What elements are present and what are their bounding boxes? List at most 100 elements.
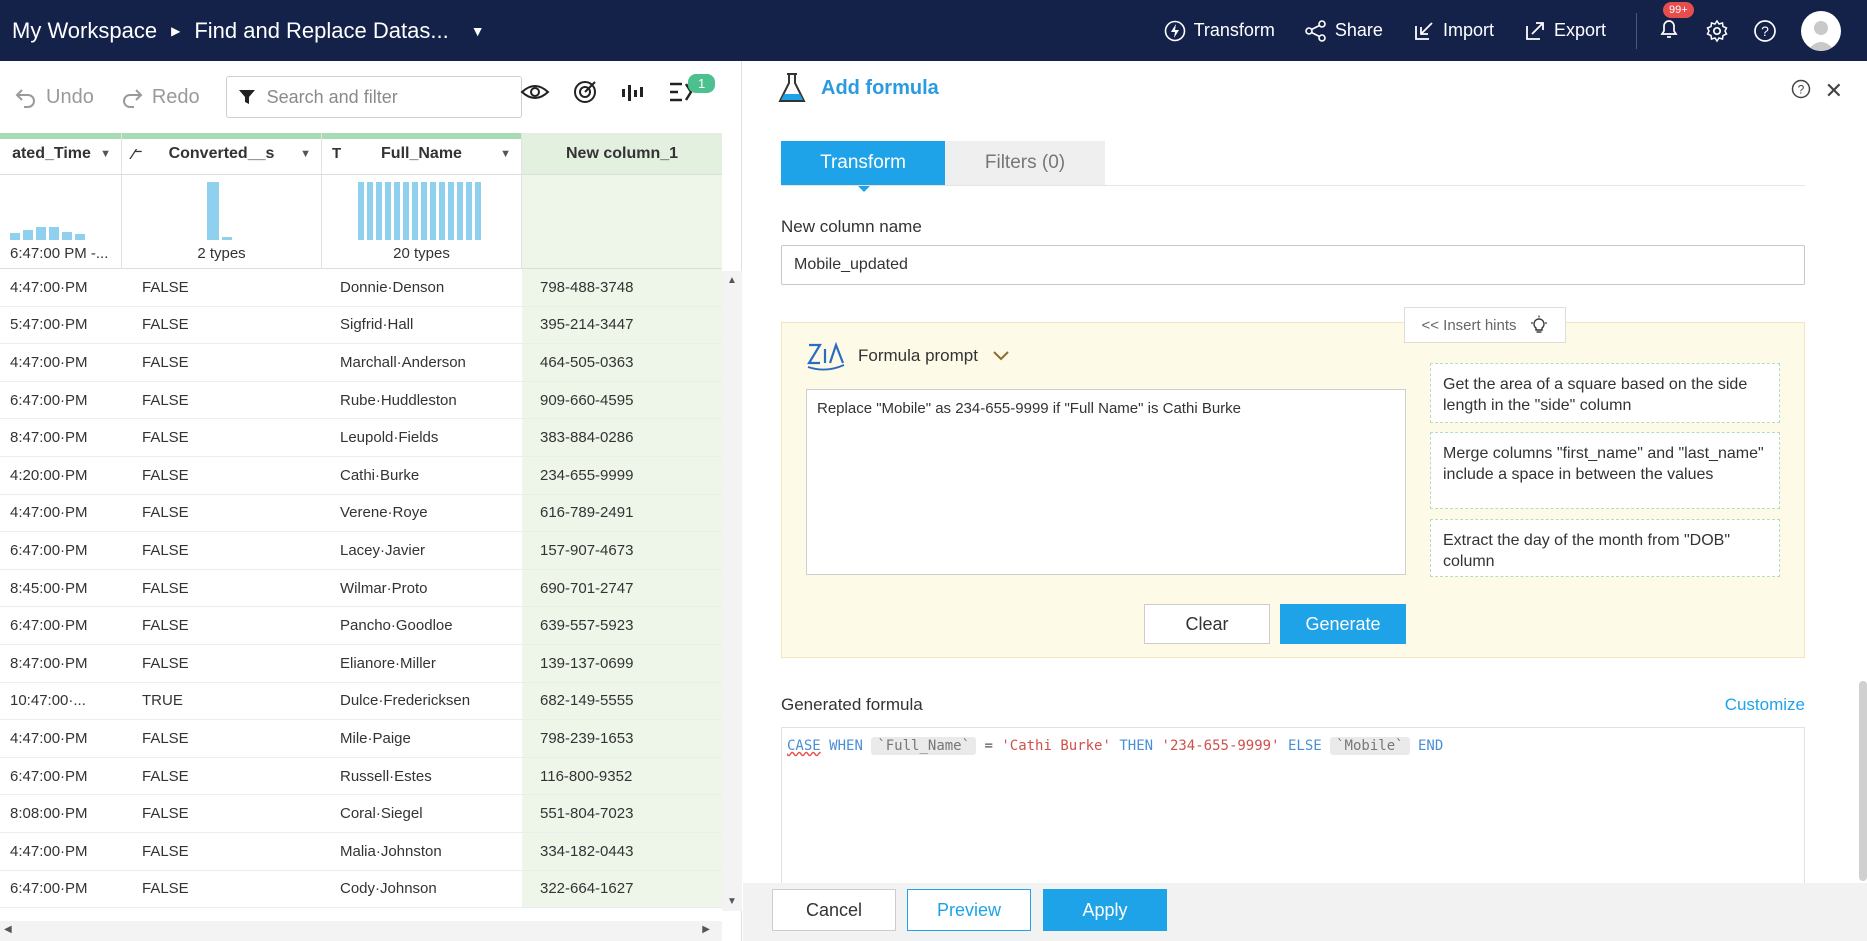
chevron-down-icon[interactable]: ▼ (300, 148, 311, 160)
formula-prompt-textarea[interactable]: Replace "Mobile" as 234-655-9999 if "Ful… (806, 389, 1406, 575)
table-cell[interactable]: 8:45:00·PM (0, 580, 122, 597)
table-cell[interactable]: 4:20:00·PM (0, 467, 122, 484)
table-cell[interactable]: 4:47:00·PM (0, 279, 122, 296)
table-cell[interactable]: Donnie·Denson (322, 279, 522, 296)
share-button[interactable]: Share (1305, 19, 1383, 42)
formula-prompt-header[interactable]: Formula prompt (806, 341, 1010, 371)
table-row[interactable]: 8:08:00·PM FALSE Coral·Siegel 551-804-7023 (0, 795, 722, 833)
workspace-link[interactable]: My Workspace (12, 18, 157, 44)
table-row[interactable]: 4:47:00·PM FALSE Mile·Paige 798-239-1653 (0, 720, 722, 758)
hint-card[interactable]: Extract the day of the month from "DOB" … (1430, 519, 1780, 577)
search-filter-box[interactable] (225, 76, 522, 118)
table-cell[interactable]: Leupold·Fields (322, 429, 522, 446)
table-cell[interactable]: 4:47:00·PM (0, 504, 122, 521)
eye-icon[interactable] (520, 82, 550, 102)
table-cell[interactable]: 909-660-4595 (522, 381, 722, 419)
table-cell[interactable]: FALSE (122, 316, 322, 333)
profile-full-name[interactable]: 20 types (322, 175, 522, 268)
generated-formula-editor[interactable]: CASE WHEN `Full_Name` = 'Cathi Burke' TH… (781, 727, 1805, 887)
panel-scrollbar[interactable] (1859, 681, 1867, 881)
table-cell[interactable]: 4:47:00·PM (0, 843, 122, 860)
apply-button[interactable]: Apply (1043, 889, 1167, 931)
table-cell[interactable]: 690-701-2747 (522, 569, 722, 607)
column-header-full-name[interactable]: T Full_Name ▼ (322, 133, 522, 174)
table-cell[interactable]: Lacey·Javier (322, 542, 522, 559)
table-cell[interactable]: 616-789-2491 (522, 494, 722, 532)
table-cell[interactable]: FALSE (122, 580, 322, 597)
table-cell[interactable]: FALSE (122, 542, 322, 559)
dataset-title[interactable]: Find and Replace Datas... (194, 18, 448, 44)
vertical-scrollbar[interactable]: ▲ ▼ (722, 271, 742, 911)
profile-converted[interactable]: 2 types (122, 175, 322, 268)
hint-card[interactable]: Merge columns "first_name" and "last_nam… (1430, 432, 1780, 509)
profile-time[interactable]: 6:47:00 PM -... (0, 175, 122, 268)
table-cell[interactable]: 551-804-7023 (522, 795, 722, 832)
table-cell[interactable]: 10:47:00·... (0, 692, 122, 709)
table-cell[interactable]: FALSE (122, 843, 322, 860)
table-cell[interactable]: Dulce·Fredericksen (322, 692, 522, 709)
table-cell[interactable]: 798-488-3748 (522, 269, 722, 306)
table-cell[interactable]: Elianore·Miller (322, 655, 522, 672)
horizontal-scrollbar[interactable]: ◀ ▶ (0, 921, 722, 941)
table-cell[interactable]: FALSE (122, 768, 322, 785)
clear-button[interactable]: Clear (1144, 604, 1270, 644)
table-row[interactable]: 6:47:00·PM FALSE Cody·Johnson 322-664-1627 (0, 870, 722, 909)
table-cell[interactable]: 6:47:00·PM (0, 768, 122, 785)
chevron-down-icon[interactable]: ▼ (100, 148, 111, 160)
table-cell[interactable]: Cody·Johnson (322, 880, 522, 897)
table-row[interactable]: 4:47:00·PM FALSE Marchall·Anderson 464-505-… (0, 344, 722, 382)
table-cell[interactable]: 5:47:00·PM (0, 316, 122, 333)
tab-filters[interactable]: Filters (0) (945, 141, 1105, 185)
table-cell[interactable]: 4:47:00·PM (0, 354, 122, 371)
notifications-button[interactable]: 99+ (1657, 2, 1694, 45)
undo-button[interactable]: Undo (14, 86, 94, 109)
cancel-button[interactable]: Cancel (772, 889, 896, 931)
table-cell[interactable]: Coral·Siegel (322, 805, 522, 822)
table-cell[interactable]: FALSE (122, 467, 322, 484)
table-row[interactable]: 8:47:00·PM FALSE Elianore·Miller 139-137-06… (0, 644, 722, 683)
table-cell[interactable]: Cathi·Burke (322, 467, 522, 484)
table-row[interactable]: 4:20:00·PM FALSE Cathi·Burke 234-655-9999 (0, 456, 722, 495)
table-cell[interactable]: 798-239-1653 (522, 720, 722, 757)
table-row[interactable]: 5:47:00·PM FALSE Sigfrid·Hall 395-214-3447 (0, 306, 722, 345)
table-row[interactable]: 6:47:00·PM FALSE Russell·Estes 116-800-9352 (0, 757, 722, 796)
table-cell[interactable]: 157-907-4673 (522, 532, 722, 569)
close-icon[interactable]: ✕ (1825, 78, 1843, 104)
table-cell[interactable]: Rube·Huddleston (322, 392, 522, 409)
table-cell[interactable]: 6:47:00·PM (0, 542, 122, 559)
preview-button[interactable]: Preview (907, 889, 1031, 931)
table-cell[interactable]: FALSE (122, 730, 322, 747)
target-icon[interactable] (572, 79, 598, 105)
table-row[interactable]: 4:47:00·PM FALSE Donnie·Denson 798-488-3748 (0, 269, 722, 307)
table-cell[interactable]: 4:47:00·PM (0, 730, 122, 747)
search-input[interactable] (266, 86, 497, 108)
table-row[interactable]: 4:47:00·PM FALSE Verene·Roye 616-789-2491 (0, 494, 722, 533)
scroll-up-icon[interactable]: ▲ (727, 275, 737, 286)
column-header-time[interactable]: ated_Time ▼ (0, 133, 122, 174)
table-cell[interactable]: 6:47:00·PM (0, 392, 122, 409)
table-cell[interactable]: Russell·Estes (322, 768, 522, 785)
export-button[interactable]: Export (1524, 20, 1606, 42)
table-cell[interactable]: Malia·Johnston (322, 843, 522, 860)
new-column-name-input[interactable] (781, 245, 1805, 285)
table-row[interactable]: 8:47:00·PM FALSE Leupold·Fields 383-884-028… (0, 419, 722, 457)
table-cell[interactable]: FALSE (122, 392, 322, 409)
table-cell[interactable]: Verene·Roye (322, 504, 522, 521)
table-row[interactable]: 4:47:00·PM FALSE Malia·Johnston 334-182-044… (0, 832, 722, 871)
column-stats-icon[interactable] (620, 81, 646, 103)
transform-button[interactable]: Transform (1164, 20, 1275, 42)
hint-card[interactable]: Get the area of a square based on the si… (1430, 363, 1780, 423)
table-cell[interactable]: FALSE (122, 805, 322, 822)
table-cell[interactable]: 8:08:00·PM (0, 805, 122, 822)
import-button[interactable]: Import (1413, 20, 1494, 42)
table-cell[interactable]: 322-664-1627 (522, 870, 722, 908)
table-cell[interactable]: 6:47:00·PM (0, 617, 122, 634)
table-row[interactable]: 10:47:00·... TRUE Dulce·Fredericksen 682-14… (0, 682, 722, 721)
table-cell[interactable]: Wilmar·Proto (322, 580, 522, 597)
table-cell[interactable]: 6:47:00·PM (0, 880, 122, 897)
chevron-down-icon[interactable]: ▼ (471, 23, 485, 39)
settings-button[interactable] (1705, 19, 1729, 43)
table-cell[interactable]: 639-557-5923 (522, 607, 722, 644)
table-cell[interactable]: Mile·Paige (322, 730, 522, 747)
table-cell[interactable]: FALSE (122, 880, 322, 897)
